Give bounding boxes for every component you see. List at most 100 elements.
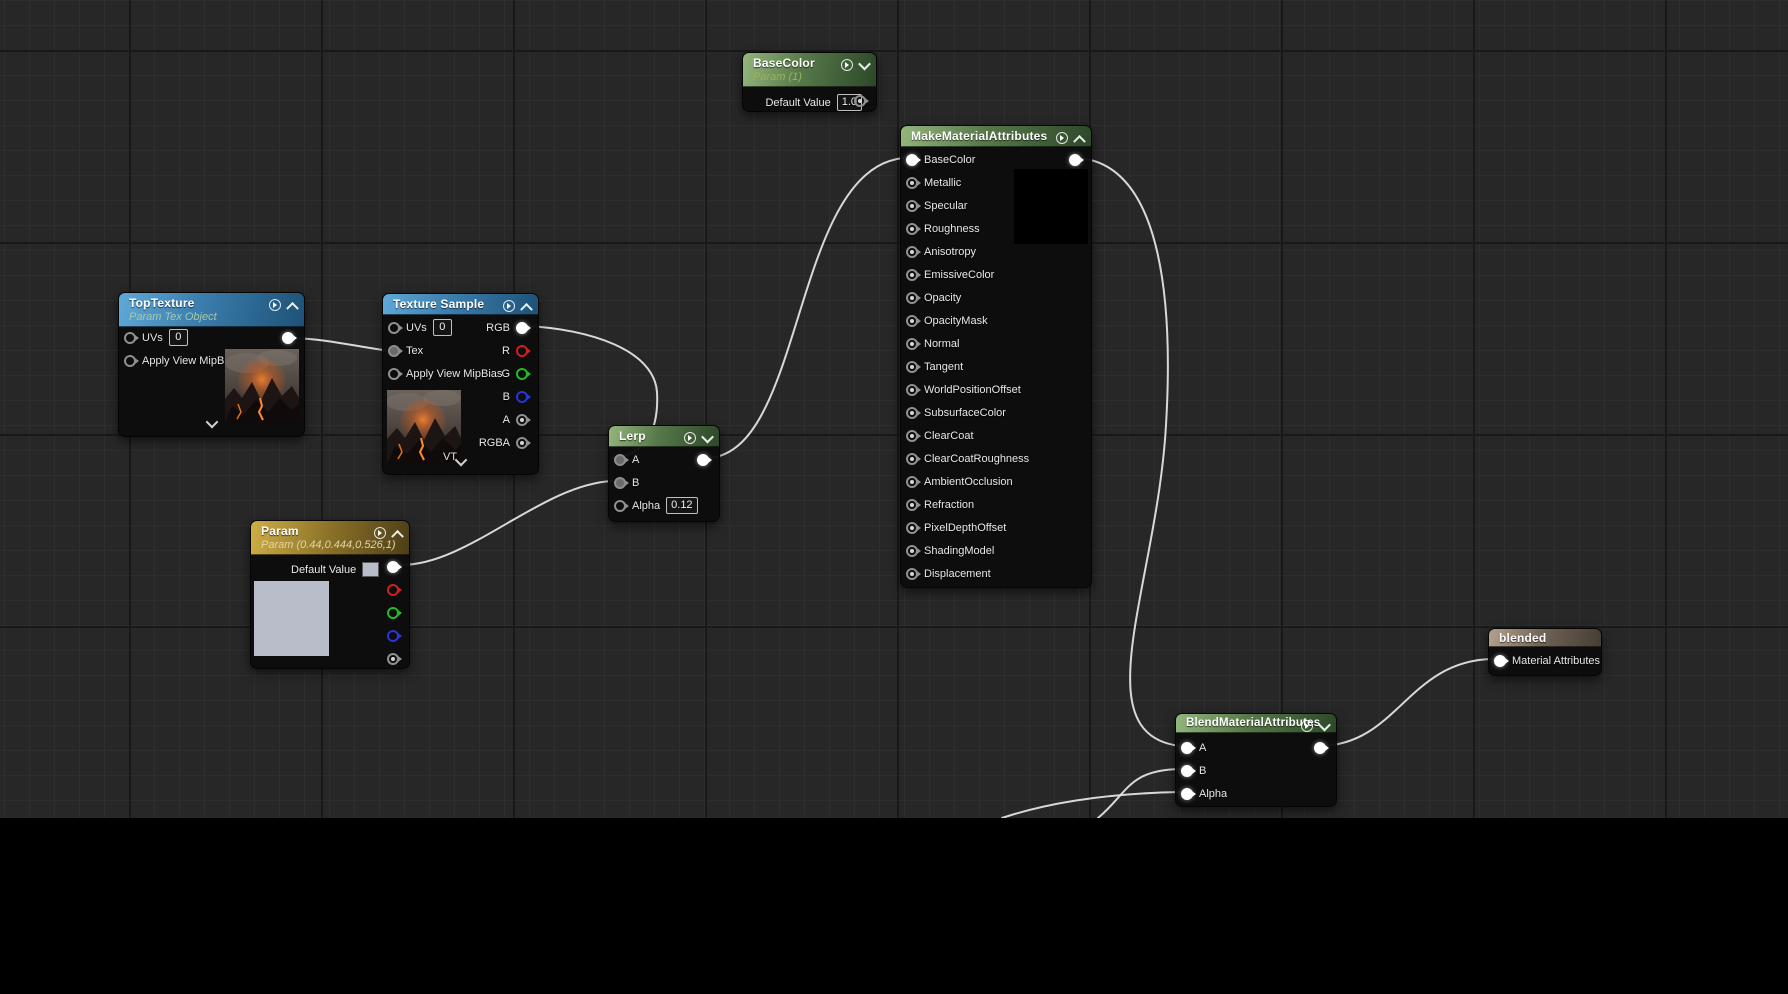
pin-label: RGBA [479, 437, 510, 449]
input-pin[interactable] [906, 315, 918, 327]
wire-param-to-lerp-b[interactable] [400, 481, 612, 565]
input-pin[interactable] [388, 368, 400, 380]
output-pin-row [271, 326, 299, 349]
node-blend-material-attributes[interactable]: BlendMaterialAttributes A B Alpha [1175, 713, 1337, 807]
wire-mma-to-blend-a[interactable] [1079, 158, 1180, 746]
input-pin[interactable] [906, 384, 918, 396]
input-pin[interactable] [906, 568, 918, 580]
pin-value-box[interactable]: 0 [433, 319, 452, 336]
input-pin[interactable] [388, 322, 400, 334]
output-pin[interactable] [387, 630, 399, 642]
input-pin[interactable] [906, 361, 918, 373]
circle-arrow-icon[interactable] [374, 527, 386, 539]
circle-arrow-icon[interactable] [1301, 720, 1313, 732]
output-pin[interactable] [1314, 742, 1326, 754]
input-pin[interactable] [906, 476, 918, 488]
node-header[interactable]: Texture Sample [383, 294, 538, 315]
expand-advanced-chevron-icon[interactable] [207, 415, 216, 433]
input-pin[interactable] [614, 454, 626, 466]
input-pin[interactable] [614, 500, 626, 512]
graph-canvas[interactable]: TopTexture Param Tex Object UVs 0 Apply … [0, 0, 1788, 818]
input-pin-row: B [1176, 759, 1232, 782]
output-pin[interactable] [387, 561, 399, 573]
wire-offscreen-to-blend-alpha[interactable] [1002, 792, 1180, 818]
output-pin-row [376, 647, 404, 670]
input-pin[interactable] [1181, 742, 1193, 754]
output-pin[interactable] [387, 607, 399, 619]
wire-lerp-to-basecolor[interactable] [709, 158, 903, 458]
output-pin[interactable] [387, 653, 399, 665]
output-pin-row [376, 601, 404, 624]
collapse-chevron-icon[interactable] [701, 430, 714, 443]
output-pin[interactable] [516, 322, 528, 334]
input-pin[interactable] [124, 332, 136, 344]
node-top-texture[interactable]: TopTexture Param Tex Object UVs 0 Apply … [118, 292, 305, 437]
input-pin[interactable] [1181, 765, 1193, 777]
input-pin[interactable] [906, 200, 918, 212]
input-pin[interactable] [906, 338, 918, 350]
output-pin[interactable] [516, 368, 528, 380]
input-pin[interactable] [906, 545, 918, 557]
input-pin[interactable] [906, 499, 918, 511]
circle-arrow-icon[interactable] [684, 432, 696, 444]
input-pin[interactable] [1181, 788, 1193, 800]
expand-advanced-chevron-icon[interactable] [456, 453, 465, 471]
input-pin[interactable] [124, 355, 136, 367]
node-param[interactable]: Param Param (0.44,0.444,0.526,1) Default… [250, 520, 410, 669]
node-header[interactable]: blended [1489, 629, 1601, 647]
collapse-chevron-icon[interactable] [520, 302, 533, 315]
pin-value-box[interactable]: 0.12 [666, 497, 697, 514]
node-header[interactable]: BaseColor Param (1) [743, 53, 876, 87]
input-pin[interactable] [906, 522, 918, 534]
input-pin[interactable] [906, 430, 918, 442]
circle-arrow-icon[interactable] [503, 300, 515, 312]
input-pin[interactable] [906, 453, 918, 465]
input-pin[interactable] [906, 292, 918, 304]
input-pin[interactable] [1494, 655, 1506, 667]
input-pin[interactable] [906, 246, 918, 258]
output-pin[interactable] [854, 95, 866, 107]
output-pin[interactable] [516, 391, 528, 403]
output-pin[interactable] [282, 332, 294, 344]
node-header[interactable]: Lerp [609, 426, 719, 447]
circle-arrow-icon[interactable] [1056, 132, 1068, 144]
pin-value-box[interactable]: 0 [169, 329, 188, 346]
collapse-chevron-icon[interactable] [1318, 718, 1331, 731]
circle-arrow-icon[interactable] [841, 59, 853, 71]
node-lerp[interactable]: Lerp A B Alpha 0.12 [608, 425, 720, 522]
node-header[interactable]: BlendMaterialAttributes [1176, 714, 1336, 733]
node-header[interactable]: Param Param (0.44,0.444,0.526,1) [251, 521, 409, 555]
node-title: blended [1499, 631, 1592, 645]
collapse-chevron-icon[interactable] [1073, 134, 1086, 147]
input-pin[interactable] [906, 154, 918, 166]
collapse-chevron-icon[interactable] [858, 57, 871, 70]
output-pin[interactable] [1069, 154, 1081, 166]
node-blended-output[interactable]: blended Material Attributes [1488, 628, 1602, 676]
output-pin[interactable] [516, 437, 528, 449]
input-pin-row: ClearCoat [901, 424, 1034, 447]
input-pin-row: Alpha [1176, 782, 1232, 805]
input-pin[interactable] [906, 407, 918, 419]
input-pin[interactable] [906, 223, 918, 235]
input-pin[interactable] [906, 269, 918, 281]
node-texture-sample[interactable]: Texture Sample UVs 0 Tex Apply View MipB… [382, 293, 539, 475]
node-header[interactable]: MakeMaterialAttributes [901, 126, 1091, 147]
input-pin[interactable] [906, 177, 918, 189]
material-editor-stage: TopTexture Param Tex Object UVs 0 Apply … [0, 0, 1788, 994]
output-pin[interactable] [516, 414, 528, 426]
input-pin[interactable] [614, 477, 626, 489]
input-pin-row: AmbientOcclusion [901, 470, 1034, 493]
circle-arrow-icon[interactable] [269, 299, 281, 311]
pin-label: ShadingModel [924, 545, 994, 557]
wire-blend-to-blended[interactable] [1321, 659, 1492, 746]
wire-toptexture-to-tex[interactable] [292, 338, 390, 351]
output-pin[interactable] [516, 345, 528, 357]
output-pin[interactable] [387, 584, 399, 596]
default-value-label: Default Value [291, 564, 356, 576]
output-pin[interactable] [697, 454, 709, 466]
node-make-material-attributes[interactable]: MakeMaterialAttributes BaseColor Metalli… [900, 125, 1092, 588]
input-pin[interactable] [388, 345, 400, 357]
node-base-color[interactable]: BaseColor Param (1) Default Value 1.0 [742, 52, 877, 112]
node-header[interactable]: TopTexture Param Tex Object [119, 293, 304, 327]
material-preview [1014, 169, 1088, 244]
